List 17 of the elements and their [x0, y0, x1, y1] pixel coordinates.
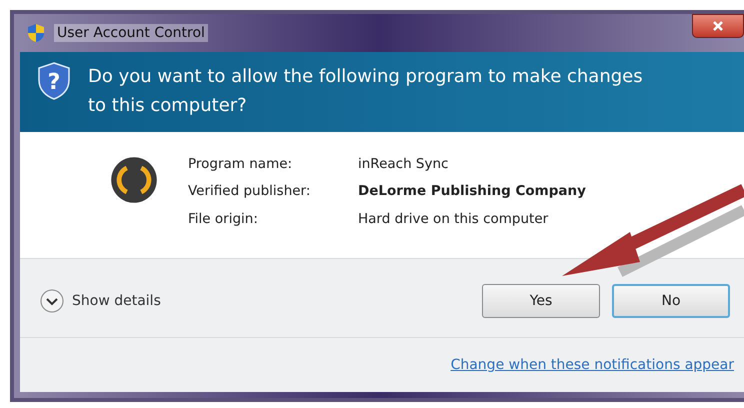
detail-value: Hard drive on this computer [358, 210, 550, 229]
detail-label: Verified publisher: [188, 183, 312, 202]
dialog-button[interactable]: No [612, 284, 730, 318]
show-details-button[interactable]: Show details [40, 289, 161, 313]
detail-value: inReach Sync [358, 156, 450, 174]
dialog-button[interactable]: Yes [482, 284, 600, 318]
sync-arrows-icon [110, 156, 158, 204]
detail-value: DeLorme Publishing Company [358, 183, 586, 202]
close-icon [712, 20, 724, 32]
detail-label: File origin: [188, 210, 259, 229]
question-text: Do you want to allow the following program to make changes to this computer? [88, 65, 644, 118]
close-button[interactable] [692, 14, 744, 38]
notification-settings-link[interactable]: Change when these notifications appear [450, 357, 734, 373]
window-title: User Account Control [54, 24, 208, 42]
shield-icon [26, 23, 46, 43]
question-shield-icon: ? [38, 62, 70, 100]
detail-label: Program name: [188, 156, 294, 174]
